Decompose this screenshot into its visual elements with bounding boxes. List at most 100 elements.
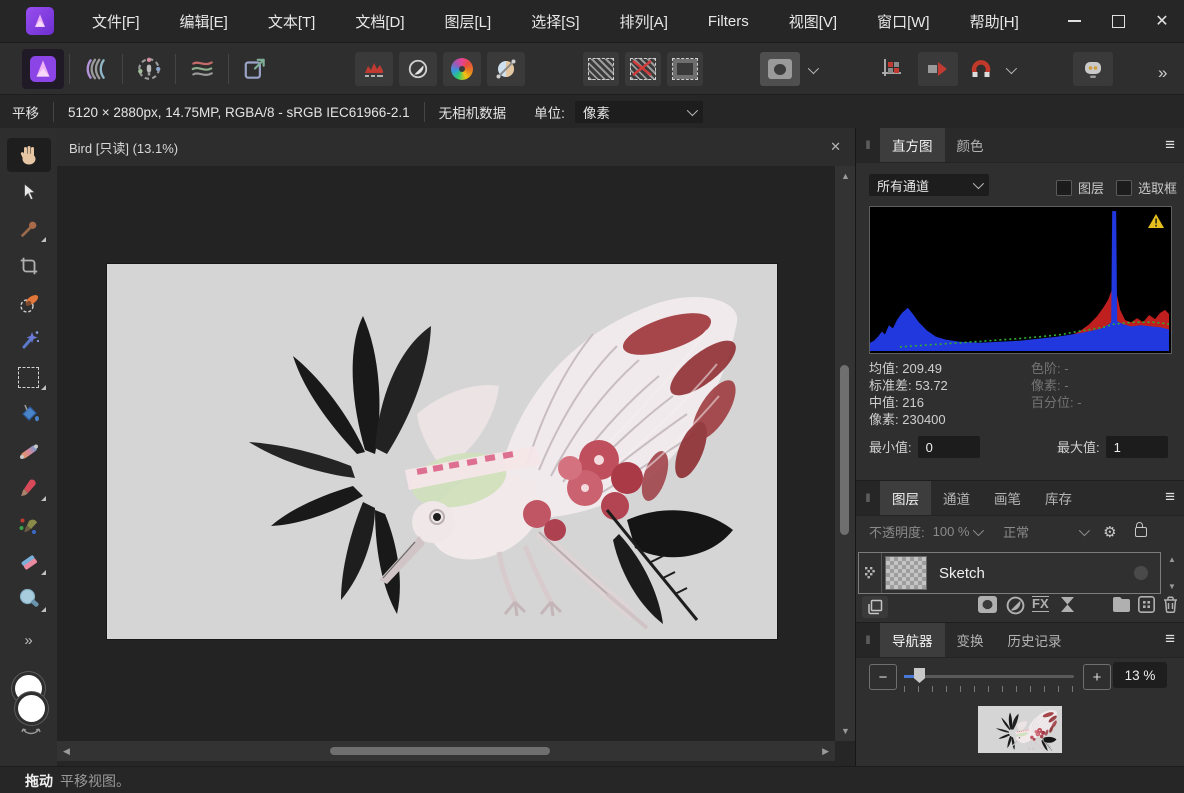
tab-navigator[interactable]: 导航器 bbox=[880, 623, 945, 657]
marquee-checkbox[interactable] bbox=[1116, 180, 1132, 196]
layers-panel-menu-icon[interactable]: ≡ bbox=[1165, 480, 1175, 514]
tab-stock[interactable]: 库存 bbox=[1033, 481, 1084, 515]
vertical-scrollbar[interactable]: ▲ ▼ bbox=[835, 166, 855, 741]
flood-fill-tool-button[interactable] bbox=[7, 397, 51, 431]
close-button[interactable]: ✕ bbox=[1140, 0, 1184, 42]
layer-visibility-toggle[interactable] bbox=[1134, 566, 1148, 580]
auto-contrast-button[interactable] bbox=[399, 52, 437, 86]
menu-help[interactable]: 帮助[H] bbox=[950, 0, 1039, 42]
auto-levels-button[interactable] bbox=[355, 52, 393, 86]
quick-mask-button[interactable] bbox=[760, 52, 800, 86]
histogram-panel-menu-icon[interactable]: ≡ bbox=[1165, 128, 1175, 162]
navigator-panel-menu-icon[interactable]: ≡ bbox=[1165, 622, 1175, 656]
liquify-persona-button[interactable] bbox=[75, 49, 117, 89]
selection-brush-tool-button[interactable] bbox=[7, 286, 51, 320]
horizontal-scrollbar-thumb[interactable] bbox=[330, 747, 550, 755]
unit-select[interactable]: 像素 bbox=[575, 101, 703, 123]
flood-select-tool-button[interactable] bbox=[7, 323, 51, 357]
tab-layers[interactable]: 图层 bbox=[880, 481, 931, 515]
zoom-slider-handle[interactable] bbox=[914, 668, 925, 683]
move-tool-button[interactable] bbox=[7, 175, 51, 209]
tab-brushes[interactable]: 画笔 bbox=[982, 481, 1033, 515]
vertical-scrollbar-thumb[interactable] bbox=[840, 365, 849, 535]
scroll-up-icon[interactable]: ▲ bbox=[841, 171, 850, 181]
zoom-in-button[interactable]: + bbox=[1083, 664, 1111, 690]
menu-filters[interactable]: Filters bbox=[688, 0, 769, 42]
photo-persona-button[interactable] bbox=[22, 49, 64, 89]
select-overlay-button[interactable] bbox=[583, 52, 619, 86]
menu-layer[interactable]: 图层[L] bbox=[425, 0, 512, 42]
scroll-down-icon[interactable]: ▼ bbox=[841, 726, 850, 736]
snapping-button[interactable] bbox=[964, 52, 998, 86]
opacity-select[interactable]: 100 % bbox=[933, 524, 982, 539]
panel-drag-handle-icon[interactable]: ‖ bbox=[856, 623, 880, 657]
live-filter-fx-button[interactable]: FX bbox=[1032, 596, 1049, 612]
panel-drag-handle-icon[interactable]: ‖ bbox=[856, 481, 880, 515]
zoom-value-field[interactable]: 13 % bbox=[1113, 662, 1167, 688]
toolbar-overflow-button[interactable]: » bbox=[1158, 63, 1167, 83]
canvas-viewport[interactable] bbox=[57, 166, 835, 741]
layer-checkbox[interactable] bbox=[1056, 180, 1072, 196]
swap-colors-icon[interactable] bbox=[19, 727, 43, 737]
export-persona-button[interactable] bbox=[234, 49, 276, 89]
group-layers-button[interactable] bbox=[1112, 596, 1131, 612]
erase-tool-button[interactable] bbox=[7, 545, 51, 579]
navigator-thumbnail[interactable] bbox=[978, 706, 1062, 753]
layer-name[interactable]: Sketch bbox=[939, 565, 985, 582]
crop-tool-button[interactable] bbox=[7, 249, 51, 283]
blur-tool-button[interactable] bbox=[7, 582, 51, 616]
tab-color[interactable]: 颜色 bbox=[945, 128, 996, 162]
deselect-button[interactable] bbox=[625, 52, 661, 86]
transform-origin-button[interactable] bbox=[872, 52, 912, 86]
lock-icon[interactable] bbox=[1135, 527, 1147, 537]
tab-history[interactable]: 历史记录 bbox=[996, 623, 1074, 657]
move-by-whole-pixels-button[interactable] bbox=[918, 52, 958, 86]
warning-icon[interactable] bbox=[1147, 213, 1165, 229]
delete-layer-button[interactable] bbox=[1163, 596, 1178, 613]
live-filter-button[interactable] bbox=[1060, 596, 1075, 613]
color-replacement-brush-tool-button[interactable] bbox=[7, 508, 51, 542]
layer-row[interactable]: Sketch bbox=[858, 552, 1161, 594]
tab-channels[interactable]: 通道 bbox=[931, 481, 982, 515]
tab-transform[interactable]: 变换 bbox=[945, 623, 996, 657]
max-input[interactable] bbox=[1106, 436, 1168, 458]
duplicate-layer-button[interactable] bbox=[862, 596, 888, 618]
scroll-down-icon[interactable]: ▼ bbox=[1168, 582, 1176, 591]
menu-window[interactable]: 窗口[W] bbox=[857, 0, 950, 42]
menu-select[interactable]: 选择[S] bbox=[511, 0, 599, 42]
auto-white-balance-button[interactable] bbox=[487, 52, 525, 86]
scroll-right-icon[interactable]: ▶ bbox=[822, 746, 829, 757]
develop-persona-button[interactable] bbox=[128, 49, 170, 89]
blend-mode-select[interactable]: 正常 bbox=[1003, 522, 1029, 541]
minimize-button[interactable] bbox=[1052, 0, 1096, 42]
tab-histogram[interactable]: 直方图 bbox=[880, 128, 945, 162]
mask-layer-button[interactable] bbox=[978, 596, 997, 613]
panel-drag-handle-icon[interactable]: ‖ bbox=[856, 128, 880, 162]
tone-mapping-persona-button[interactable] bbox=[181, 49, 223, 89]
color-picker-tool-button[interactable] bbox=[7, 212, 51, 246]
fill-color-swatch[interactable] bbox=[18, 695, 45, 722]
menu-view[interactable]: 视图[V] bbox=[769, 0, 857, 42]
document-tab-close-button[interactable]: ✕ bbox=[830, 139, 841, 155]
marquee-tool-button[interactable] bbox=[7, 360, 51, 394]
zoom-out-button[interactable]: − bbox=[869, 664, 897, 690]
auto-colours-button[interactable] bbox=[443, 52, 481, 86]
layer-thumbnail[interactable] bbox=[885, 556, 927, 590]
scroll-left-icon[interactable]: ◀ bbox=[63, 746, 70, 757]
assistant-button[interactable] bbox=[1073, 52, 1113, 86]
min-input[interactable] bbox=[918, 436, 980, 458]
menu-text[interactable]: 文本[T] bbox=[248, 0, 336, 42]
document-tab[interactable]: Bird [只读] (13.1%) bbox=[69, 138, 178, 157]
adjustment-layer-button[interactable] bbox=[1006, 596, 1025, 615]
menu-file[interactable]: 文件[F] bbox=[72, 0, 160, 42]
menu-document[interactable]: 文档[D] bbox=[335, 0, 424, 42]
gradient-tool-button[interactable] bbox=[7, 434, 51, 468]
zoom-slider-track[interactable] bbox=[904, 675, 1074, 678]
quick-mask-dropdown[interactable] bbox=[808, 62, 816, 77]
view-tool-button[interactable] bbox=[7, 138, 51, 172]
paint-brush-tool-button[interactable] bbox=[7, 471, 51, 505]
horizontal-scrollbar[interactable]: ◀ ▶ bbox=[57, 741, 835, 761]
layer-settings-gear-icon[interactable]: ⚙ bbox=[1103, 523, 1116, 541]
maximize-button[interactable] bbox=[1096, 0, 1140, 42]
new-layer-button[interactable] bbox=[1138, 596, 1155, 613]
